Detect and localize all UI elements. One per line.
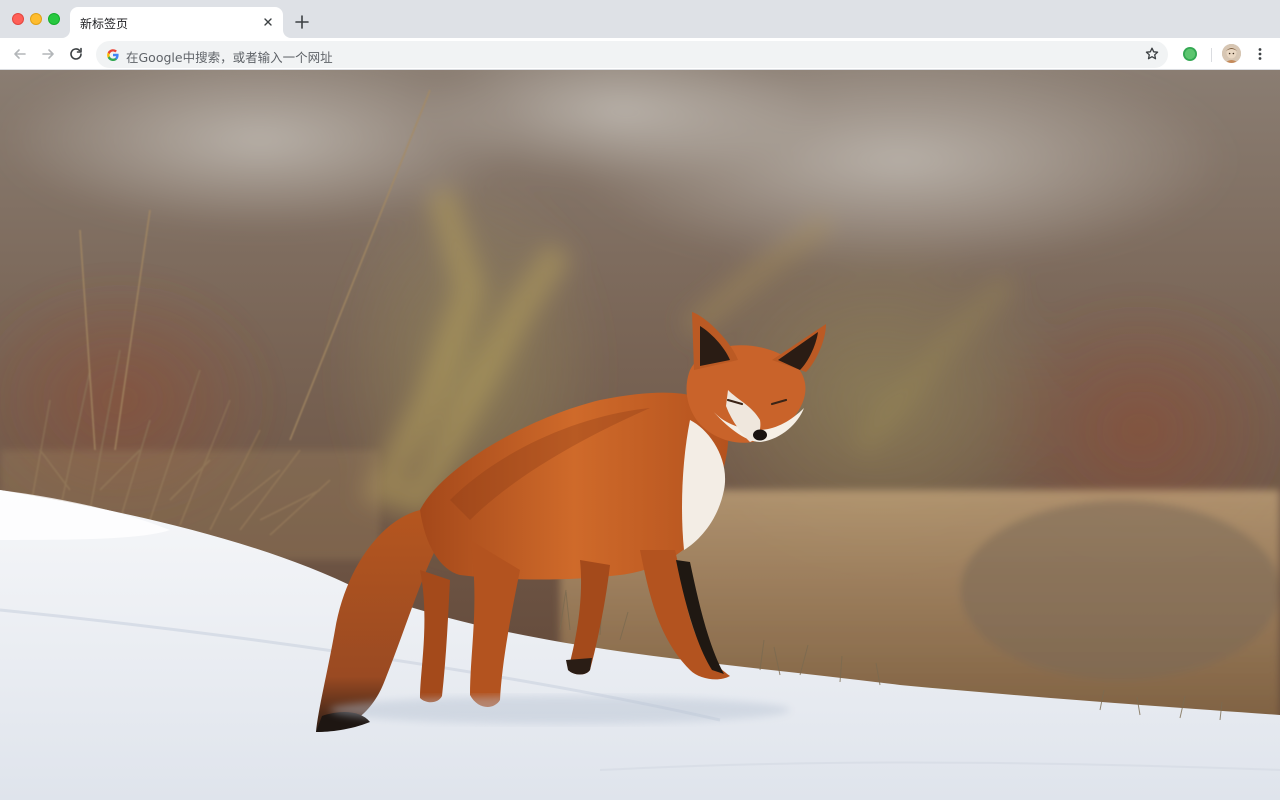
tab-new-tab[interactable]: 新标签页 [70,7,283,38]
google-g-icon [106,47,120,61]
background-photo-fox [0,70,1280,800]
forward-icon[interactable] [38,44,58,64]
toolbar-divider [1211,48,1212,62]
omnibox[interactable]: 在Google中搜索，或者输入一个网址 [96,41,1168,68]
close-icon[interactable] [260,14,276,30]
extension-icon[interactable] [1182,46,1198,62]
browser-toolbar: 在Google中搜索，或者输入一个网址 [0,38,1280,70]
profile-avatar[interactable] [1222,44,1241,63]
new-tab-background [0,70,1280,800]
menu-icon[interactable] [1252,46,1268,62]
tab-strip: 新标签页 [0,0,1280,38]
window-close-button[interactable] [12,13,24,25]
omnibox-placeholder[interactable]: 在Google中搜索，或者输入一个网址 [126,47,333,66]
window-minimize-button[interactable] [30,13,42,25]
star-icon[interactable] [1144,46,1160,62]
new-tab-plus-icon[interactable] [292,12,312,32]
window-maximize-button[interactable] [48,13,60,25]
reload-icon[interactable] [66,44,86,64]
back-icon[interactable] [10,44,30,64]
tab-title: 新标签页 [80,17,129,31]
